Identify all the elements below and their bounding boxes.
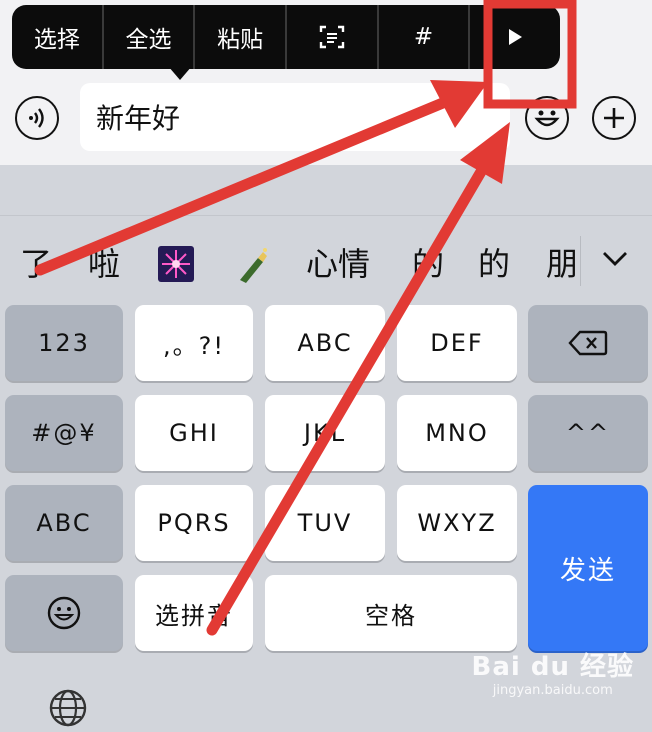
candidate-item[interactable]: 啦 (88, 240, 120, 288)
keyboard-divider (0, 215, 652, 216)
candidate-item[interactable]: 的 (412, 240, 444, 288)
key-numbers[interactable]: 123 (5, 305, 123, 381)
candidate-bar: 了 啦 心情 的 的 朋 (0, 240, 600, 288)
expand-candidates-button[interactable] (598, 244, 632, 274)
play-icon (509, 29, 523, 45)
key-punctuation[interactable]: ,。?! (135, 305, 253, 381)
key-pqrs[interactable]: PQRS (135, 485, 253, 561)
send-button[interactable]: 发送 (528, 485, 648, 651)
key-emoji[interactable] (5, 575, 123, 651)
key-select-pinyin[interactable]: 选拼音 (135, 575, 253, 651)
menu-item-select[interactable]: 选择 (12, 5, 104, 69)
backspace-icon (568, 330, 608, 356)
menu-item-hashtag[interactable]: # (379, 5, 471, 69)
plus-button[interactable] (592, 96, 636, 140)
key-tuv[interactable]: TUV (265, 485, 385, 561)
globe-button[interactable] (48, 688, 88, 728)
emoji-icon (534, 110, 560, 127)
key-jkl[interactable]: JKL (265, 395, 385, 471)
menu-item-paste[interactable]: 粘贴 (195, 5, 288, 69)
candidate-item[interactable]: 朋 (546, 240, 578, 288)
fireworks-emoji[interactable] (158, 246, 194, 295)
emoji-key-icon (47, 596, 81, 630)
champagne-emoji[interactable] (232, 246, 270, 297)
plus-icon (604, 108, 624, 128)
key-space[interactable]: 空格 (265, 575, 517, 651)
menu-item-more[interactable] (470, 5, 560, 69)
key-english[interactable]: ABC (5, 485, 123, 561)
candidate-item[interactable]: 了 (20, 240, 52, 288)
key-ghi[interactable]: GHI (135, 395, 253, 471)
globe-icon (49, 689, 87, 727)
baidu-watermark: Bai du 经验 jingyan.baidu.com (472, 646, 635, 698)
chevron-down-icon (603, 252, 627, 266)
scan-text-icon (319, 25, 345, 49)
key-wxyz[interactable]: WXYZ (397, 485, 517, 561)
key-def[interactable]: DEF (397, 305, 517, 381)
voice-icon (29, 108, 44, 128)
menu-item-select-all[interactable]: 全选 (104, 5, 196, 69)
candidate-separator (580, 236, 581, 286)
candidate-item[interactable]: 心情 (306, 240, 370, 288)
message-input[interactable]: 新年好 (80, 83, 510, 151)
candidate-item[interactable]: 的 (478, 240, 510, 288)
emoji-button[interactable] (525, 96, 569, 140)
key-kaomoji[interactable]: ^^ (528, 395, 648, 471)
key-symbols[interactable]: #@¥ (5, 395, 123, 471)
key-abc[interactable]: ABC (265, 305, 385, 381)
edit-context-menu: 选择 全选 粘贴 # (12, 5, 560, 69)
watermark-logo-text: Bai du 经验 (471, 652, 634, 682)
menu-item-scan-text[interactable] (287, 5, 379, 69)
key-backspace[interactable] (528, 305, 648, 381)
voice-button[interactable] (15, 96, 59, 140)
key-mno[interactable]: MNO (397, 395, 517, 471)
menu-caret (168, 66, 192, 80)
watermark-url: jingyan.baidu.com (492, 683, 613, 698)
